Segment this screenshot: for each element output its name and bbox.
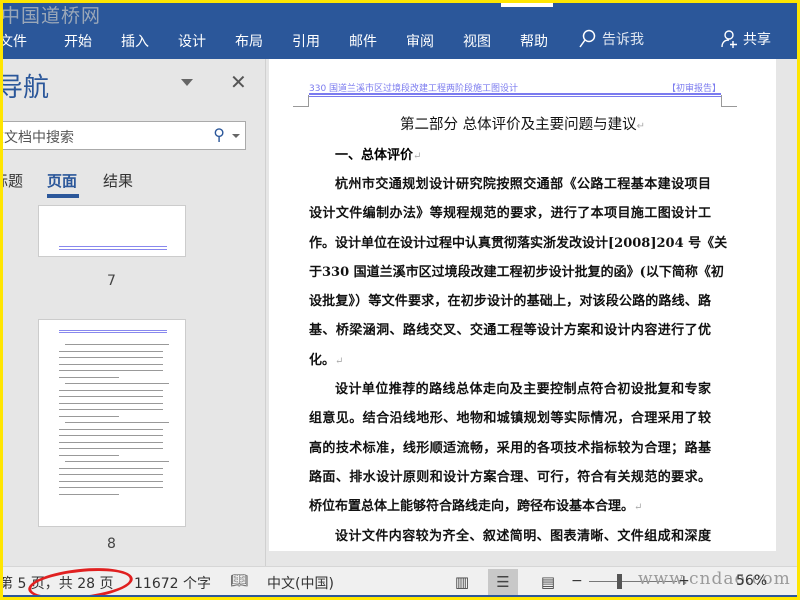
nav-title: 导航 [3,73,50,103]
search-placeholder: 在文档中搜索 [3,130,74,146]
zoom-in-button[interactable]: + [678,573,690,589]
section-heading: 一、总体评价↵ [335,148,422,163]
paragraph-line: 组意见。结合沿线地形、地物和城镇规划等实际情况，合理采用了较 [309,411,711,427]
paragraph-line: 设计单位推荐的路线总体走向及主要控制点符合初设批复和专家 [335,382,711,398]
ribbon-tabs: 文件 开始 插入 设计 布局 引用 邮件 审阅 视图 帮助 告诉我 共享 [3,25,797,59]
tab-review[interactable]: 审阅 [406,31,434,51]
active-tab-indicator [47,194,79,198]
chevron-down-icon[interactable] [181,79,193,86]
word-count[interactable]: 11672 个字 [134,573,211,593]
document-area: 330 国道兰溪市区过境段改建工程两阶段施工图设计 【初审报告】 第二部分 总体… [265,59,797,566]
tell-me-label: 告诉我 [602,32,644,48]
paragraph-line: 设计文件内容较为齐全、叙述简明、图表清晰、文件组成和深度 [335,528,711,544]
paragraph-line: 设计文件编制办法》等规程规范的要求，进行了本项目施工图设计工 [309,206,711,222]
paragraph-line: 设批复》）等文件要求，在初步设计的基础上，对该段公路的路线、路 [309,294,711,310]
annotation-circle [26,563,135,597]
document-page[interactable]: 330 国道兰溪市区过境段改建工程两阶段施工图设计 【初审报告】 第二部分 总体… [269,59,776,551]
tell-me-button[interactable]: 告诉我 [578,29,644,49]
read-mode-icon[interactable]: ▥ [447,569,477,595]
header-rule [309,93,721,97]
person-add-icon [721,30,737,48]
paragraph-line: 桥位布置总体上能够符合路线走向，跨径布设基本合理。↵ [309,499,643,515]
document-heading: 第二部分 总体评价及主要问题与建议↵ [400,117,645,133]
tab-help[interactable]: 帮助 [520,31,548,51]
crop-mark [293,95,309,107]
tab-mailings[interactable]: 邮件 [349,31,377,51]
title-bar: 中国道桥网 [3,3,797,27]
proofing-icon[interactable]: 📖︎ [230,573,248,589]
paragraph-line: 杭州市交通规划设计研究院按照交通部《公路工程基本建设项目 [335,177,711,192]
page-number-7: 7 [107,273,116,289]
document-body: 杭州市交通规划设计研究院按照交通部《公路工程基本建设项目设计文件编制办法》等规程… [309,175,728,551]
share-label: 共享 [743,32,771,48]
language[interactable]: 中文(中国) [267,573,334,593]
paragraph-line: 基、桥梁涵洞、路线交叉、交通工程等设计方案和设计内容进行了优 [309,323,711,339]
page-thumbnail-7[interactable] [38,205,186,257]
zoom-out-button[interactable]: − [571,573,583,589]
vertical-scrollbar[interactable] [778,59,796,551]
print-layout-icon[interactable]: ☰ [488,569,518,595]
tab-pages[interactable]: 页面 [47,170,77,191]
tab-home[interactable]: 开始 [64,31,92,51]
page-number-8: 8 [107,536,116,552]
close-icon[interactable]: ✕ [230,70,247,94]
search-input[interactable]: 在文档中搜索 ⚲ [3,121,246,150]
status-bar: 第 5 页，共 28 页 11672 个字 📖︎ 中文(中国) ▥ ☰ ▤ − … [3,563,797,597]
tab-design[interactable]: 设计 [178,31,206,51]
tab-layout[interactable]: 布局 [235,31,263,51]
word-window: 中国道桥网 文件 开始 插入 设计 布局 引用 邮件 审阅 视图 帮助 告诉我 … [3,3,797,597]
tab-headings[interactable]: 标题 [3,170,23,191]
tab-results[interactable]: 结果 [103,170,133,191]
web-layout-icon[interactable]: ▤ [533,569,563,595]
navigation-pane: 导航 ✕ 在文档中搜索 ⚲ 标题 页面 结果 7 8 [3,59,265,566]
search-icon[interactable]: ⚲ [213,125,225,144]
zoom-level[interactable]: 56% [736,573,767,589]
paragraph-line: 化。↵ [309,352,344,368]
paragraph-line: 作。设计单位在设计过程中认真贯彻落实浙发改设计[2008]204 号《关 [309,235,728,251]
crop-mark [721,95,737,107]
paragraph-line: 路面、排水设计原则和设计方案合理、可行，符合有关规范的要求。 [309,469,711,485]
status-accent-line [3,595,797,597]
tab-insert[interactable]: 插入 [121,31,149,51]
tab-references[interactable]: 引用 [292,31,320,51]
chevron-down-icon[interactable] [232,134,240,138]
paragraph-line: 高的技术标准，线形顺适流畅，采用的各项技术指标较为合理；路基 [309,440,711,456]
title-highlight [501,3,553,7]
watermark-logo: www.cndao.com [638,569,791,589]
share-button[interactable]: 共享 [721,29,771,49]
tab-view[interactable]: 视图 [463,31,491,51]
search-icon [579,29,596,48]
page-thumbnail-8[interactable] [38,319,186,527]
tab-file[interactable]: 文件 [3,31,27,51]
zoom-slider-thumb[interactable] [617,574,622,589]
paragraph-line: 于330 国道兰溪市区过境段改建工程初步设计批复的函》(以下简称《初 [309,264,724,280]
